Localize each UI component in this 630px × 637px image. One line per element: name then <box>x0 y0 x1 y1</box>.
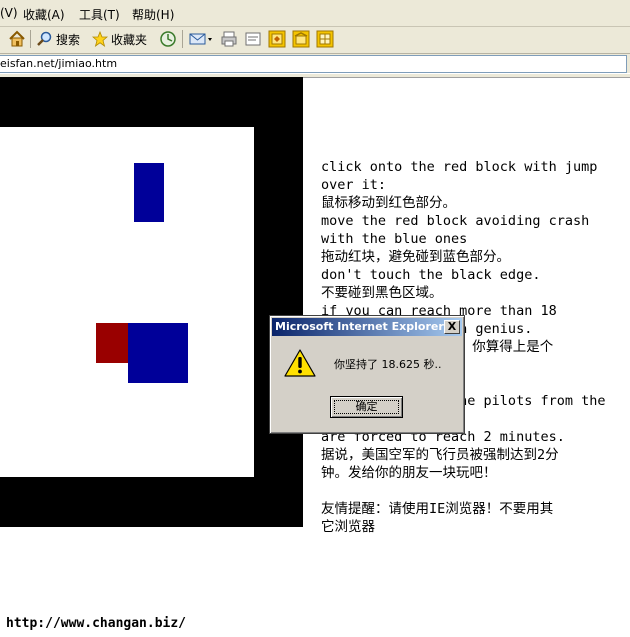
menu-favorites[interactable]: 收藏(A) <box>23 6 65 23</box>
instruction-line: 据说，美国空军的飞行员被强制达到2分 <box>321 447 559 463</box>
history-icon <box>160 31 176 47</box>
mail-button[interactable] <box>189 29 213 49</box>
history-button[interactable] <box>159 29 177 49</box>
star-icon <box>92 31 108 47</box>
address-bar: eisfan.net/jimiao.htm <box>0 54 630 73</box>
favorites-button-label: 收藏夹 <box>111 32 148 47</box>
print-button[interactable] <box>220 29 238 49</box>
extension-icon <box>268 30 286 48</box>
mail-icon <box>189 33 212 45</box>
focus-ring <box>334 400 399 414</box>
treasure-icon <box>292 30 310 48</box>
menu-view[interactable]: (V) <box>0 6 18 20</box>
home-button[interactable] <box>8 29 26 49</box>
instruction-line: 友情提醒：请使用IE浏览器！不要用其 <box>321 501 554 517</box>
instruction-line: 钟。发给你的朋友一块玩吧！ <box>321 465 497 481</box>
dialog-message: 你坚持了 18.625 秒.. <box>334 358 442 371</box>
search-icon <box>36 31 52 47</box>
ok-button[interactable]: 确定 <box>330 396 403 418</box>
menu-bar: (V) 收藏(A) 工具(T) 帮助(H) <box>0 0 630 27</box>
instruction-line: 不要碰到黑色区域。 <box>321 285 443 301</box>
web-icon <box>316 30 334 48</box>
address-input[interactable]: eisfan.net/jimiao.htm <box>0 55 627 73</box>
search-button-label: 搜索 <box>56 32 81 47</box>
edit-button[interactable] <box>244 29 262 49</box>
edit-icon <box>245 32 261 46</box>
game-board <box>0 77 303 527</box>
instruction-line: don't touch the black edge. <box>321 267 541 283</box>
instruction-line: over it: <box>321 177 387 193</box>
game-field <box>0 127 254 477</box>
dialog-title: Microsoft Internet Explorer <box>275 320 444 333</box>
blue-block <box>128 323 188 383</box>
favorites-button[interactable]: 收藏夹 <box>92 29 147 49</box>
home-icon <box>9 30 25 47</box>
instruction-line: 拖动红块，避免碰到蓝色部分。 <box>321 249 510 265</box>
menu-help[interactable]: 帮助(H) <box>132 6 174 23</box>
alert-dialog: Microsoft Internet Explorer X 你坚持了 18.62… <box>269 315 465 434</box>
toolbar-divider <box>182 30 183 48</box>
footer-watermark-url: http://www.changan.biz/ <box>6 616 187 631</box>
search-button[interactable]: 搜索 <box>36 29 80 49</box>
instruction-line: click onto the red block with jump <box>321 159 598 175</box>
instruction-line: with the blue ones <box>321 231 468 247</box>
blue-block <box>134 163 164 222</box>
toolbar-divider <box>30 30 31 48</box>
instruction-blank-line <box>321 482 621 500</box>
warning-icon <box>284 348 316 382</box>
instruction-line: 鼠标移动到红色部分。 <box>321 195 456 211</box>
dialog-title-bar[interactable]: Microsoft Internet Explorer X <box>272 318 462 336</box>
toolbar: 搜索 收藏夹 <box>0 27 630 54</box>
instruction-line: move the red block avoiding crash <box>321 213 590 229</box>
printer-icon <box>221 31 237 47</box>
menu-tools[interactable]: 工具(T) <box>79 6 120 23</box>
toolbar-web-button[interactable] <box>316 29 334 49</box>
toolbar-extension-button[interactable] <box>268 29 286 49</box>
close-button[interactable]: X <box>444 320 460 334</box>
toolbar-bookmark-button[interactable] <box>292 29 310 49</box>
instruction-line: 它浏览器 <box>321 519 375 535</box>
